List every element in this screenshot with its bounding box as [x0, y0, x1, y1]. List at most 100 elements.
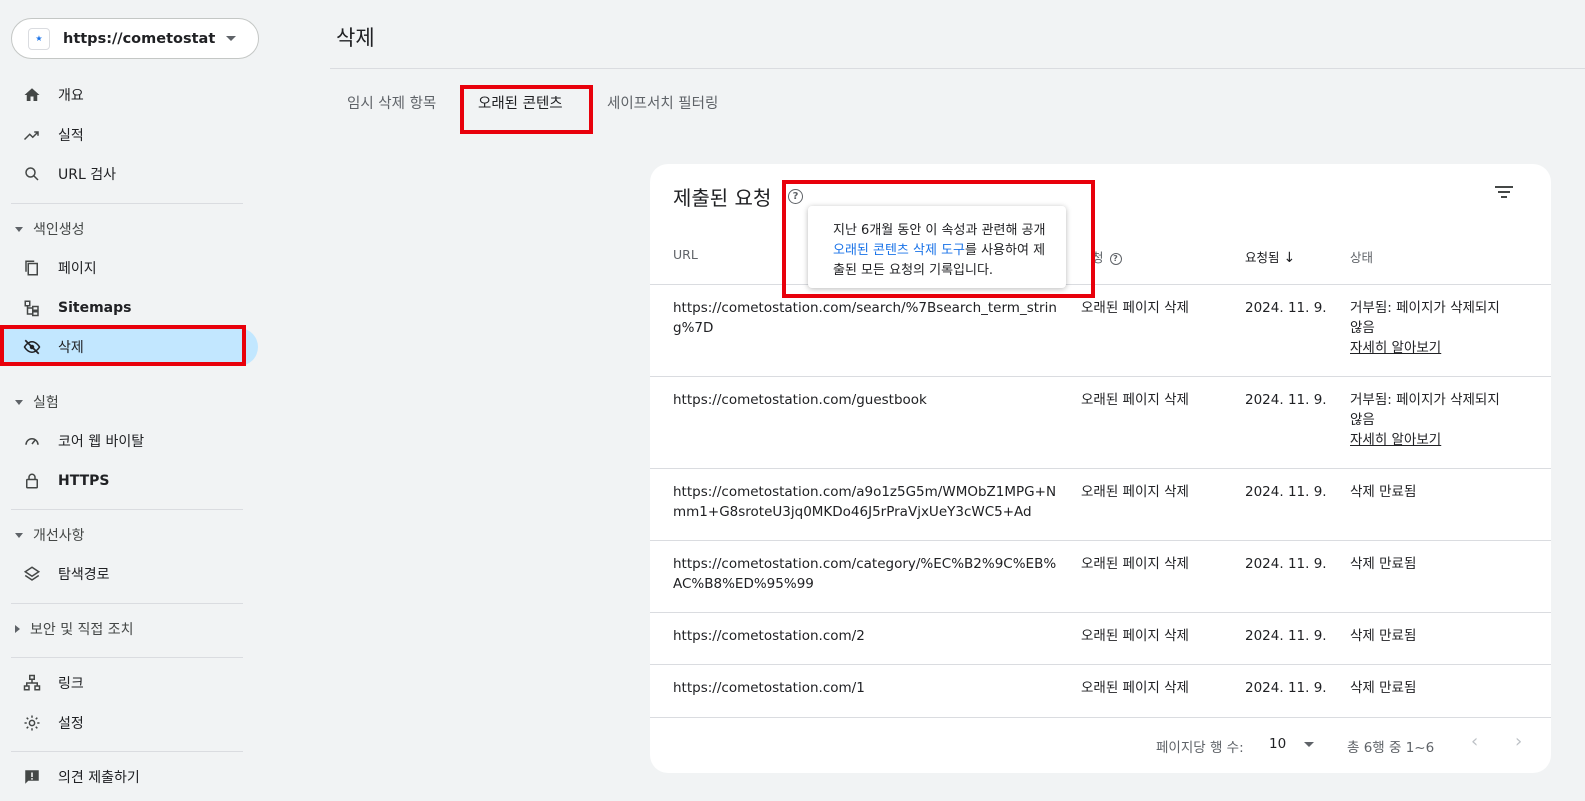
caret-down-icon: [15, 226, 23, 232]
property-selector[interactable]: ★ https://cometostatio...: [11, 18, 259, 59]
table-row[interactable]: https://cometostation.com/guestbook 오래된 …: [650, 376, 1551, 468]
rows-per-page-value: 10: [1269, 736, 1287, 752]
column-header-requested[interactable]: 요청됨 ↓: [1245, 247, 1295, 266]
row-type: 오래된 페이지 삭제: [1081, 628, 1189, 644]
arrow-down-icon: ↓: [1283, 250, 1296, 266]
sidebar-item-settings[interactable]: 설정: [0, 704, 258, 742]
row-url: https://cometostation.com/2: [673, 628, 865, 644]
status-text: 거부됨: 페이지가 삭제되지 않음: [1350, 300, 1500, 336]
section-label: 개선사항: [33, 528, 85, 544]
divider: [11, 657, 243, 658]
chevron-down-icon: [1304, 741, 1315, 747]
filter-icon[interactable]: [1495, 186, 1513, 201]
sidebar-item-https[interactable]: HTTPS: [0, 462, 258, 500]
sidebar-item-overview[interactable]: 개요: [0, 76, 258, 114]
row-date: 2024. 11. 9.: [1245, 556, 1327, 572]
row-url: https://cometostation.com/guestbook: [673, 392, 927, 408]
sidebar-item-label: Sitemaps: [58, 300, 132, 316]
row-date: 2024. 11. 9.: [1245, 680, 1327, 696]
section-enhancements[interactable]: 개선사항: [0, 521, 85, 549]
row-type: 오래된 페이지 삭제: [1081, 680, 1189, 696]
section-security[interactable]: 보안 및 직접 조치: [0, 615, 134, 643]
chevron-down-icon: [226, 36, 236, 41]
row-url: https://cometostation.com/a9o1z5G5m/WMOb…: [673, 484, 1057, 520]
sidebar-item-pages[interactable]: 페이지: [0, 249, 258, 287]
row-date: 2024. 11. 9.: [1245, 628, 1327, 644]
row-type: 오래된 페이지 삭제: [1081, 300, 1189, 316]
sidebar-item-label: 페이지: [58, 261, 97, 277]
sidebar-item-label: 코어 웹 바이탈: [58, 434, 145, 450]
sidebar-item-label: 링크: [58, 676, 84, 692]
row-date: 2024. 11. 9.: [1245, 300, 1327, 316]
table-row[interactable]: https://cometostation.com/a9o1z5G5m/WMOb…: [650, 468, 1551, 540]
sidebar: ★ https://cometostatio... 개요 실적 URL 검사 색…: [0, 0, 266, 801]
rows-per-page-select[interactable]: 10: [1269, 736, 1315, 752]
row-type: 오래된 페이지 삭제: [1081, 392, 1189, 408]
sidebar-item-sitemaps[interactable]: Sitemaps: [0, 289, 258, 327]
learn-more-link[interactable]: 자세히 알아보기: [1350, 430, 1510, 450]
row-date: 2024. 11. 9.: [1245, 484, 1327, 500]
table-row[interactable]: https://cometostation.com/2 오래된 페이지 삭제 2…: [650, 612, 1551, 664]
row-url: https://cometostation.com/1: [673, 680, 865, 696]
sidebar-item-label: HTTPS: [58, 473, 110, 489]
home-icon: [22, 85, 42, 105]
column-header-url: URL: [673, 247, 698, 262]
links-icon: [22, 673, 42, 693]
layers-icon: [22, 564, 42, 584]
row-type: 오래된 페이지 삭제: [1081, 556, 1189, 572]
caret-down-icon: [15, 399, 23, 405]
divider: [11, 751, 243, 752]
highlight-box-tab: [460, 85, 593, 134]
row-date: 2024. 11. 9.: [1245, 392, 1327, 408]
table-row[interactable]: https://cometostation.com/category/%EC%B…: [650, 540, 1551, 612]
row-status: 삭제 만료됨: [1350, 484, 1417, 500]
row-status: 삭제 만료됨: [1350, 556, 1417, 572]
prev-page-icon[interactable]: ‹: [1471, 731, 1478, 752]
sidebar-item-cwv[interactable]: 코어 웹 바이탈: [0, 422, 258, 460]
caret-right-icon: [15, 625, 20, 633]
row-url: https://cometostation.com/category/%EC%B…: [673, 556, 1057, 592]
caret-down-icon: [15, 532, 23, 538]
sidebar-item-label: URL 검사: [58, 167, 116, 183]
pages-icon: [22, 258, 42, 278]
status-text: 거부됨: 페이지가 삭제되지 않음: [1350, 392, 1500, 428]
divider: [11, 203, 243, 204]
table-row[interactable]: https://cometostation.com/1 오래된 페이지 삭제 2…: [650, 664, 1551, 717]
tab-temporary-removals[interactable]: 임시 삭제 항목: [347, 92, 436, 113]
next-page-icon[interactable]: ›: [1515, 731, 1522, 752]
tab-safesearch-filtering[interactable]: 세이프서치 필터링: [607, 92, 718, 113]
sidebar-item-performance[interactable]: 실적: [0, 116, 258, 154]
sidebar-item-breadcrumbs[interactable]: 탐색경로: [0, 555, 258, 593]
section-label: 실험: [33, 395, 59, 411]
sidebar-item-links[interactable]: 링크: [0, 664, 258, 702]
gear-icon: [22, 713, 42, 733]
sidebar-item-label: 의견 제출하기: [58, 770, 140, 786]
column-header-type[interactable]: 청 ?: [1092, 247, 1122, 266]
divider: [330, 68, 1585, 69]
section-experience[interactable]: 실험: [0, 388, 59, 416]
section-indexing[interactable]: 색인생성: [0, 215, 85, 243]
row-type: 오래된 페이지 삭제: [1081, 484, 1189, 500]
section-label: 색인생성: [33, 222, 85, 238]
sidebar-item-label: 설정: [58, 716, 84, 732]
trending-up-icon: [22, 125, 42, 145]
highlight-box-removals: [0, 325, 246, 366]
sidebar-item-url-inspection[interactable]: URL 검사: [0, 155, 258, 193]
property-url: https://cometostatio...: [63, 30, 216, 47]
sidebar-item-label: 실적: [58, 128, 84, 144]
row-status: 거부됨: 페이지가 삭제되지 않음 자세히 알아보기: [1350, 298, 1510, 358]
row-status: 삭제 만료됨: [1350, 680, 1417, 696]
lock-icon: [22, 471, 42, 491]
divider: [11, 509, 243, 510]
learn-more-link[interactable]: 자세히 알아보기: [1350, 338, 1510, 358]
help-icon[interactable]: ?: [1109, 252, 1122, 265]
row-status: 거부됨: 페이지가 삭제되지 않음 자세히 알아보기: [1350, 390, 1510, 450]
search-icon: [22, 164, 42, 184]
row-url: https://cometostation.com/search/%7Bsear…: [673, 300, 1057, 336]
section-label: 보안 및 직접 조치: [30, 622, 134, 638]
speed-gauge-icon: [22, 431, 42, 451]
sidebar-item-feedback[interactable]: 의견 제출하기: [0, 758, 258, 796]
feedback-icon: [22, 767, 42, 787]
table-footer: 페이지당 행 수: 10 총 6행 중 1~6 ‹ ›: [650, 717, 1551, 773]
column-header-label: 요청됨: [1245, 250, 1280, 265]
